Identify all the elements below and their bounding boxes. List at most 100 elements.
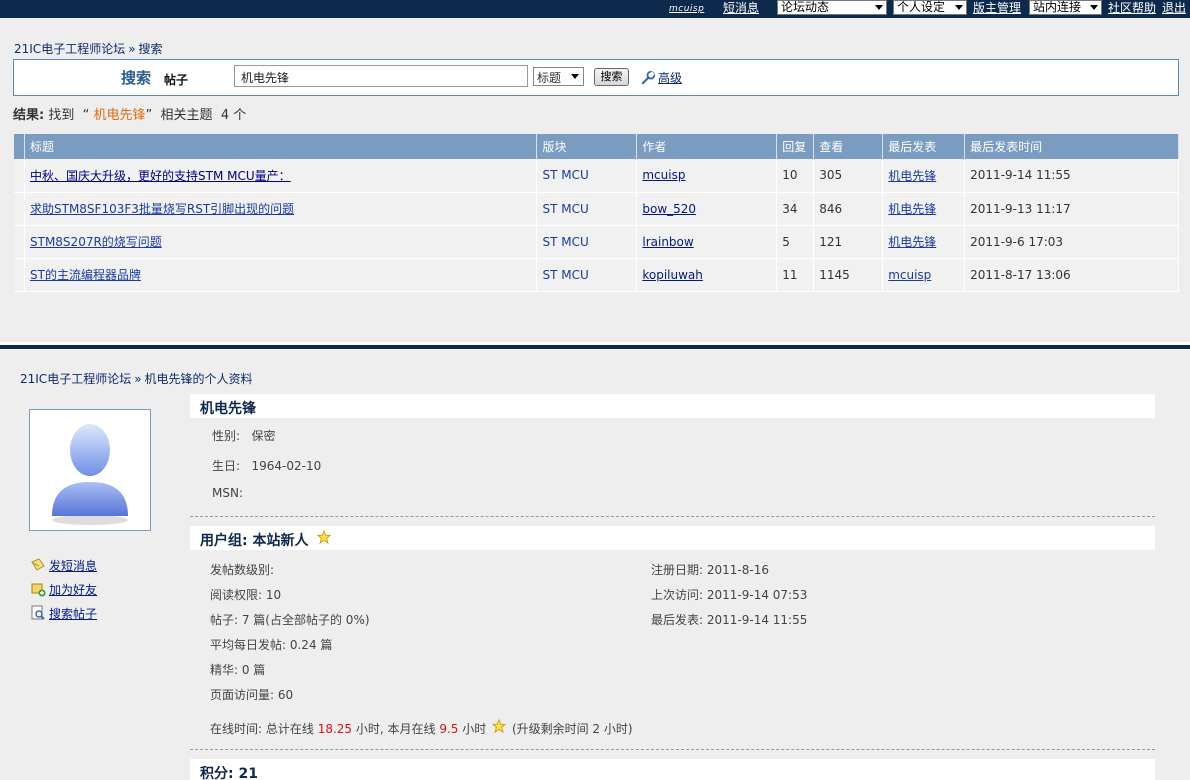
thread-title-link[interactable]: ST的主流编程器品牌 (30, 268, 141, 282)
send-message-action[interactable]: 发短消息 (30, 557, 97, 581)
chevron-down-icon (1090, 5, 1098, 10)
post-level-field: 发帖数级别: (210, 563, 275, 577)
last-post-field: 最后发表: 2011-9-14 11:55 (651, 613, 808, 627)
column-header: 标题 (24, 134, 538, 159)
breadcrumb-home[interactable]: 21IC电子工程师论坛 (20, 372, 131, 386)
default-avatar-icon (52, 424, 128, 525)
column-header: 最后发表时间 (964, 134, 1179, 159)
avatar (29, 409, 151, 531)
column-header: 回复 (776, 134, 815, 159)
replies-cell: 5 (776, 225, 815, 259)
online-time-field: 在线时间: 总计在线 18.25 小时, 本月在线 9.5 小时 (升级剩余时间… (210, 718, 633, 737)
star-icon (491, 718, 507, 734)
add-friend-icon (31, 583, 46, 597)
author-link[interactable]: bow_520 (642, 202, 696, 216)
table-row: 求助STM8SF103F3批量烧写RST引脚出现的问题 ST MCU bow_5… (14, 192, 1179, 226)
digest-field: 精华: 0 篇 (210, 663, 266, 677)
search-posts-action[interactable]: 搜索帖子 (30, 605, 97, 629)
column-header: 作者 (636, 134, 778, 159)
moderator-link[interactable]: 版主管理 (973, 1, 1021, 15)
last-time-cell: 2011-9-6 17:03 (964, 225, 1179, 259)
short-message-link[interactable]: 短消息 (723, 1, 759, 15)
advanced-search-link[interactable]: 高级 (641, 69, 682, 86)
last-poster-link[interactable]: 机电先锋 (888, 202, 936, 216)
forum-cell[interactable]: ST MCU (536, 159, 638, 193)
profile-breadcrumb: 21IC电子工程师论坛» 机电先锋的个人资料 (20, 372, 253, 386)
username-link[interactable]: mcuisp (669, 2, 704, 16)
divider (190, 749, 1155, 750)
last-time-cell: 2011-9-13 11:17 (964, 192, 1179, 226)
replies-cell: 11 (776, 258, 815, 292)
read-permission-field: 阅读权限: 10 (210, 588, 282, 602)
search-input[interactable]: 机电先锋 (234, 65, 528, 87)
views-cell: 305 (813, 159, 884, 193)
chevron-down-icon (955, 5, 963, 10)
breadcrumb-current: 机电先锋的个人资料 (144, 372, 253, 386)
views-cell: 1145 (813, 258, 884, 292)
thread-title-link[interactable]: 中秋、国庆大升级，更好的支持STM MCU量产： (30, 169, 291, 183)
avg-posts-field: 平均每日发帖: 0.24 篇 (210, 638, 333, 652)
page-views-field: 页面访问量: 60 (210, 688, 294, 702)
forum-dynamic-select[interactable]: 论坛动态 (777, 0, 887, 15)
search-button[interactable]: 搜索 (594, 68, 629, 86)
star-icon (317, 529, 332, 545)
column-header: 查看 (813, 134, 884, 159)
page-divider (0, 342, 1190, 350)
author-link[interactable]: kopiluwah (642, 268, 703, 282)
chevron-down-icon (875, 5, 883, 10)
logout-link[interactable]: 退出 (1162, 1, 1186, 15)
last-time-cell: 2011-8-17 13:06 (964, 258, 1179, 292)
table-header-row: 标题 版块 作者 回复 查看 最后发表 最后发表时间 (14, 134, 1179, 159)
author-link[interactable]: lrainbow (642, 235, 693, 249)
thread-title-link[interactable]: 求助STM8SF103F3批量烧写RST引脚出现的问题 (30, 202, 294, 216)
profile-name-header: 机电先锋 (190, 394, 1155, 418)
points-header: 积分: 21 (190, 759, 1155, 780)
table-row: 中秋、国庆大升级，更好的支持STM MCU量产： ST MCU mcuisp 1… (14, 159, 1179, 193)
breadcrumb-home[interactable]: 21IC电子工程师论坛 (14, 42, 125, 56)
top-nav-bar: mcuisp 短消息 论坛动态 个人设定 版主管理 站内连接 社区帮助 退出 (0, 0, 1190, 18)
reg-date-field: 注册日期: 2011-8-16 (651, 563, 769, 577)
search-form: 搜索 帖子 机电先锋 标题 搜索 高级 (13, 59, 1179, 96)
results-table: 标题 版块 作者 回复 查看 最后发表 最后发表时间 中秋、国庆大升级，更好的支… (14, 134, 1179, 292)
author-link[interactable]: mcuisp (642, 168, 685, 182)
column-header: 版块 (536, 134, 638, 159)
search-scope-label: 帖子 (164, 73, 189, 87)
search-label: 搜索 (121, 69, 152, 87)
thread-title-link[interactable]: STM8S207R的烧写问题 (30, 235, 162, 249)
site-links-select[interactable]: 站内连接 (1029, 0, 1102, 15)
replies-cell: 10 (776, 159, 815, 193)
add-friend-action[interactable]: 加为好友 (30, 581, 97, 605)
table-row: STM8S207R的烧写问题 ST MCU lrainbow 5 121 机电先… (14, 225, 1179, 259)
profile-actions: 发短消息 加为好友 搜索帖子 (30, 557, 97, 629)
last-visit-field: 上次访问: 2011-9-14 07:53 (651, 588, 808, 602)
views-cell: 121 (813, 225, 884, 259)
result-count: 4 (220, 108, 230, 123)
last-time-cell: 2011-9-14 11:55 (964, 159, 1179, 193)
message-icon (31, 558, 45, 571)
last-poster-link[interactable]: 机电先锋 (888, 235, 936, 249)
views-cell: 846 (813, 192, 884, 226)
search-posts-icon (31, 605, 45, 620)
user-group-header: 用户组: 本站新人 (190, 526, 1155, 550)
table-row: ST的主流编程器品牌 ST MCU kopiluwah 11 1145 mcui… (14, 258, 1179, 292)
forum-cell[interactable]: ST MCU (536, 225, 638, 259)
last-poster-link[interactable]: mcuisp (888, 268, 931, 282)
search-keyword: 机电先锋 (93, 108, 146, 123)
breadcrumb: 21IC电子工程师论坛» 搜索 (14, 42, 163, 56)
divider (190, 516, 1155, 517)
column-header: 最后发表 (882, 134, 966, 159)
posts-field: 帖子: 7 篇(占全部帖子的 0%) (210, 613, 370, 627)
forum-cell[interactable]: ST MCU (536, 258, 638, 292)
breadcrumb-current: 搜索 (138, 42, 163, 56)
search-type-select[interactable]: 标题 (533, 67, 584, 86)
chevron-down-icon (571, 74, 579, 79)
replies-cell: 34 (776, 192, 815, 226)
gender-field: 性别: 保密 (212, 429, 276, 443)
last-poster-link[interactable]: 机电先锋 (888, 169, 936, 183)
msn-field: MSN: (212, 486, 243, 500)
forum-cell[interactable]: ST MCU (536, 192, 638, 226)
help-link[interactable]: 社区帮助 (1108, 1, 1156, 15)
wrench-icon (641, 70, 656, 85)
birthday-field: 生日: 1964-02-10 (212, 459, 322, 473)
personal-settings-select[interactable]: 个人设定 (893, 0, 967, 15)
